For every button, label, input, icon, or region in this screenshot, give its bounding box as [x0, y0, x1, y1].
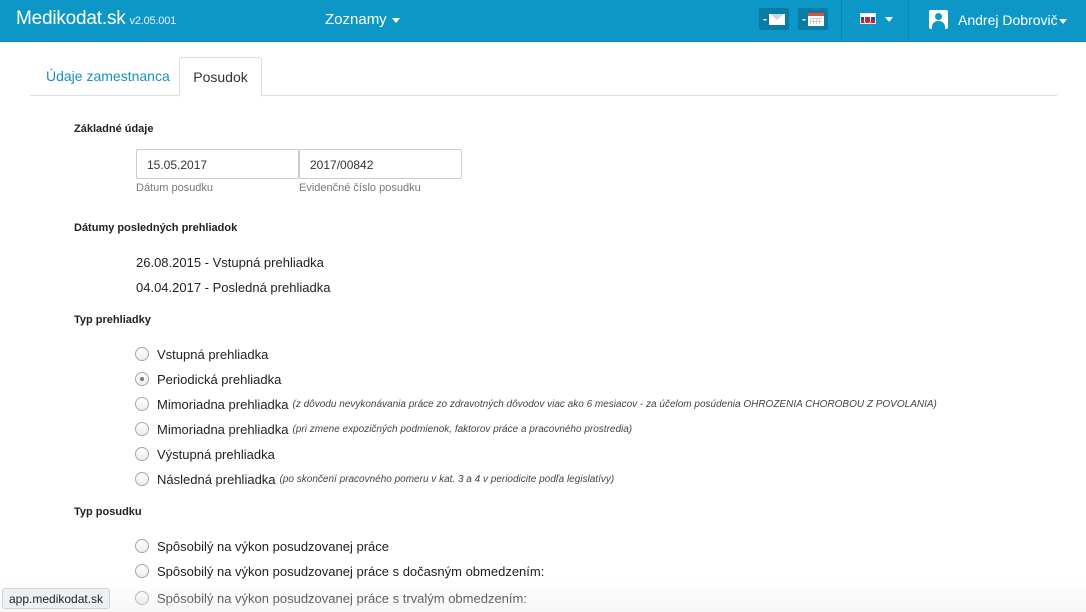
tab-bar: Údaje zamestnanca Posudok: [30, 57, 1057, 97]
status-bar-url: app.medikodat.sk: [2, 588, 111, 609]
option-label: Spôsobilý na výkon posudzovanej práce s …: [157, 590, 527, 606]
exam-type-option-extraordinary-illness[interactable]: Mimoriadna prehliadka (z dôvodu nevykoná…: [135, 396, 937, 412]
radio-button-checked[interactable]: [135, 372, 149, 386]
exam-type-heading: Typ prehliadky: [74, 314, 151, 326]
option-label: Spôsobilý na výkon posudzovanej práce s …: [157, 563, 545, 579]
chevron-down-icon: [1058, 18, 1067, 24]
user-avatar-icon[interactable]: [929, 10, 948, 29]
assessment-number-label: Evidenčné číslo posudku: [299, 182, 421, 194]
messages-count: -: [763, 12, 767, 26]
radio-button[interactable]: [135, 447, 149, 461]
calendar-icon: [808, 12, 824, 26]
option-label: Následná prehliadka: [157, 471, 276, 487]
navbar-divider: [841, 0, 842, 42]
messages-button[interactable]: -: [759, 8, 789, 30]
basic-data-heading: Základné údaje: [74, 123, 154, 135]
last-exams-heading: Dátumy posledných prehliadok: [74, 222, 238, 234]
assessment-option-fit-temporary[interactable]: Spôsobilý na výkon posudzovanej práce s …: [135, 563, 544, 579]
radio-button[interactable]: [135, 347, 149, 361]
user-menu-dropdown[interactable]: Andrej Dobrovič: [958, 12, 1067, 28]
radio-button[interactable]: [135, 472, 149, 486]
option-note: (z dôvodu nevykonávania práce zo zdravot…: [292, 398, 937, 410]
option-note: (po skončení pracovného pomeru v kat. 3 …: [279, 473, 615, 485]
app-version: v2.05.001: [129, 15, 177, 27]
radio-button[interactable]: [135, 539, 149, 553]
exam-type-option-extraordinary-conditions[interactable]: Mimoriadna prehliadka (pri zmene expozič…: [135, 421, 632, 437]
option-label: Výstupná prehliadka: [157, 446, 275, 462]
last-exam-entry: 26.08.2015 - Vstupná prehliadka: [136, 255, 324, 270]
radio-button[interactable]: [135, 422, 149, 436]
assessment-type-heading: Typ posudku: [74, 506, 142, 518]
exam-type-option-exit[interactable]: Výstupná prehliadka: [135, 446, 275, 462]
assessment-option-fit-permanent[interactable]: Spôsobilý na výkon posudzovanej práce s …: [135, 590, 527, 606]
chevron-down-icon: [391, 17, 400, 23]
navbar-divider: [908, 0, 909, 42]
chevron-down-icon[interactable]: [885, 17, 893, 22]
exam-type-option-periodic[interactable]: Periodická prehliadka: [135, 371, 281, 387]
last-exam-entry: 04.04.2017 - Posledná prehliadka: [136, 280, 331, 295]
slovak-flag-icon[interactable]: [860, 13, 876, 24]
tab-employee-data[interactable]: Údaje zamestnanca: [46, 57, 170, 96]
exam-type-option-followup[interactable]: Následná prehliadka (po skončení pracovn…: [135, 471, 614, 487]
calendar-button[interactable]: -: [798, 8, 828, 30]
user-name: Andrej Dobrovič: [958, 12, 1058, 28]
exam-type-option-entry[interactable]: Vstupná prehliadka: [135, 346, 268, 362]
option-label: Mimoriadna prehliadka: [157, 421, 289, 437]
assessment-number-input[interactable]: 2017/00842: [299, 149, 462, 179]
top-navbar: Medikodat.sk v2.05.001 Zoznamy - - Andrej…: [0, 0, 1086, 42]
tab-assessment[interactable]: Posudok: [179, 57, 262, 97]
lists-menu-dropdown[interactable]: Zoznamy: [325, 11, 400, 28]
assessment-option-fit[interactable]: Spôsobilý na výkon posudzovanej práce: [135, 538, 389, 554]
option-label: Vstupná prehliadka: [157, 346, 269, 362]
brand-name: Medikodat.sk: [16, 8, 126, 29]
option-note: (pri zmene expozičných podmienok, faktor…: [292, 423, 633, 435]
lists-menu-label: Zoznamy: [325, 11, 387, 28]
assessment-date-label: Dátum posudku: [136, 182, 214, 194]
envelope-icon: [769, 13, 785, 25]
assessment-date-input[interactable]: 15.05.2017: [136, 149, 299, 179]
option-label: Mimoriadna prehliadka: [157, 396, 289, 412]
calendar-count: -: [802, 12, 806, 26]
option-label: Spôsobilý na výkon posudzovanej práce: [157, 538, 389, 554]
option-label: Periodická prehliadka: [157, 371, 282, 387]
radio-button[interactable]: [135, 591, 149, 605]
radio-button[interactable]: [135, 564, 149, 578]
radio-button[interactable]: [135, 397, 149, 411]
brand-logo[interactable]: Medikodat.sk v2.05.001: [16, 8, 176, 30]
